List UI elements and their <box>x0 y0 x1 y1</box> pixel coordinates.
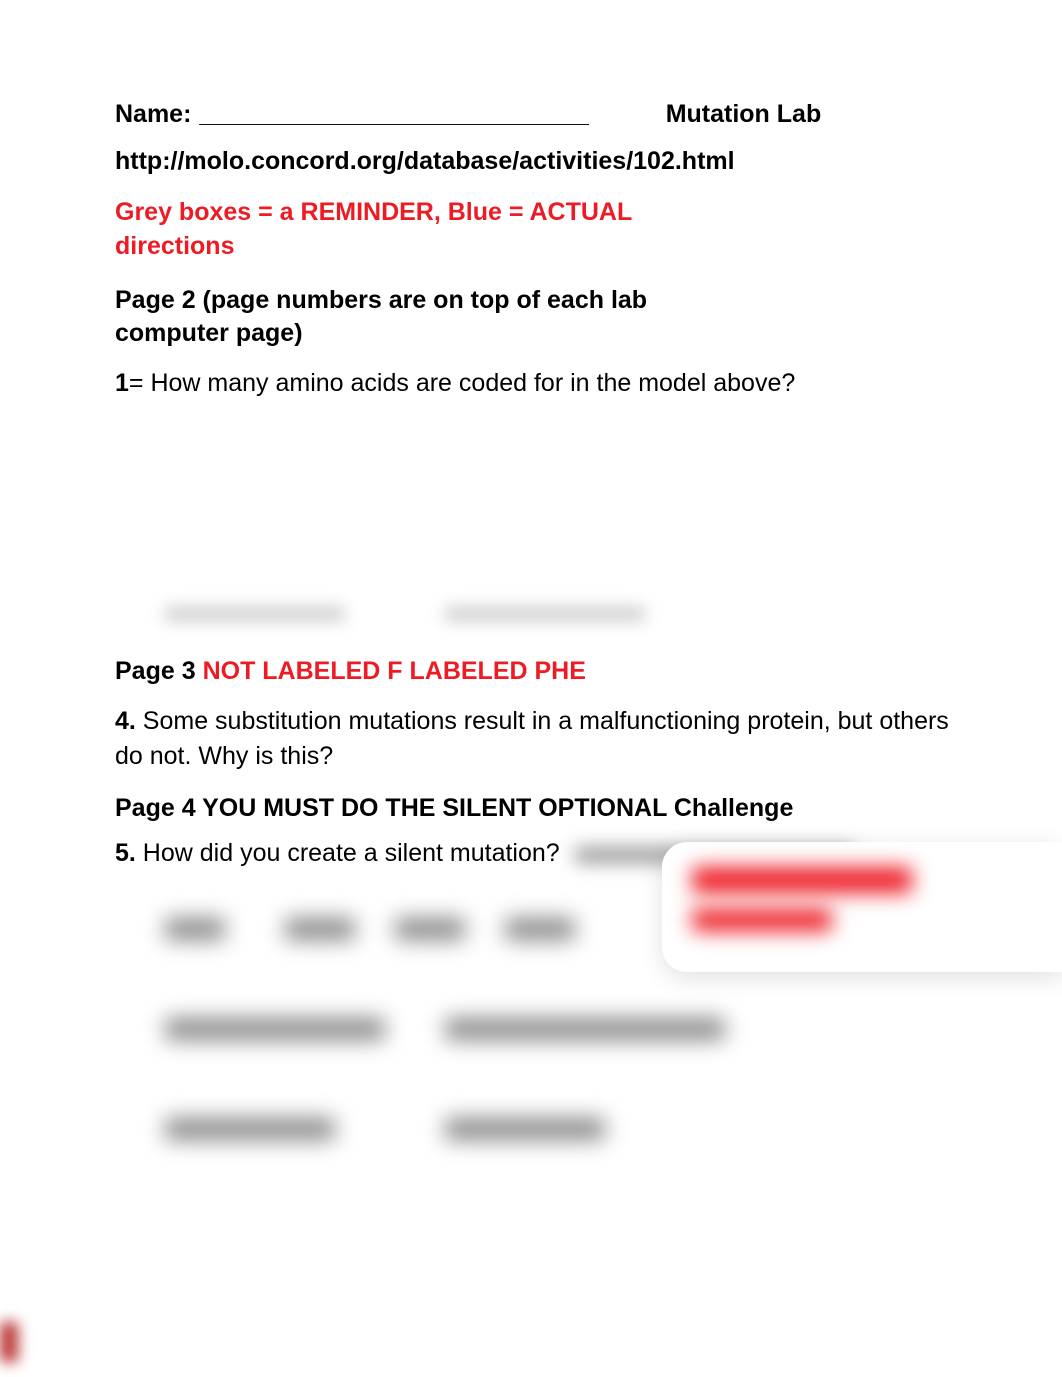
blurred-content-row <box>165 607 950 627</box>
answer-space <box>115 417 950 607</box>
q5-number: 5. <box>115 839 136 867</box>
page3-red-note: NOT LABELED F LABELED PHE <box>203 657 586 685</box>
url-text: http://molo.concord.org/database/activit… <box>115 147 950 176</box>
page-corner-indicator <box>0 1322 18 1362</box>
name-blank-line: ____________________________ <box>199 100 588 129</box>
q4-number: 4. <box>115 707 136 735</box>
q4-text: Some substitution mutations result in a … <box>115 707 949 770</box>
question-4: 4. Some substitution mutations result in… <box>115 704 950 774</box>
page2-heading: Page 2 (page numbers are on top of each … <box>115 284 675 352</box>
name-label: Name: <box>115 100 191 129</box>
page3-heading: Page 3 NOT LABELED F LABELED PHE <box>115 657 950 686</box>
q1-number: 1 <box>115 369 129 397</box>
page3-label: Page 3 <box>115 657 203 685</box>
blurred-options-row-3 <box>165 1118 950 1148</box>
document-content: Name: ____________________________ Mutati… <box>115 100 950 1148</box>
q5-text: How did you create a silent mutation? <box>136 839 560 867</box>
lab-title: Mutation Lab <box>666 100 822 129</box>
q1-text: = How many amino acids are coded for in … <box>129 369 795 397</box>
header-line: Name: ____________________________ Mutati… <box>115 100 950 129</box>
overlay-red-text-2 <box>692 909 832 931</box>
blurred-options-row-2 <box>165 1018 950 1048</box>
page4-heading: Page 4 YOU MUST DO THE SILENT OPTIONAL C… <box>115 794 950 823</box>
overlay-red-text-1 <box>692 867 912 893</box>
overlay-panel <box>662 842 1062 972</box>
legend-note: Grey boxes = a REMINDER, Blue = ACTUAL d… <box>115 196 675 264</box>
question-1: 1= How many amino acids are coded for in… <box>115 367 950 401</box>
